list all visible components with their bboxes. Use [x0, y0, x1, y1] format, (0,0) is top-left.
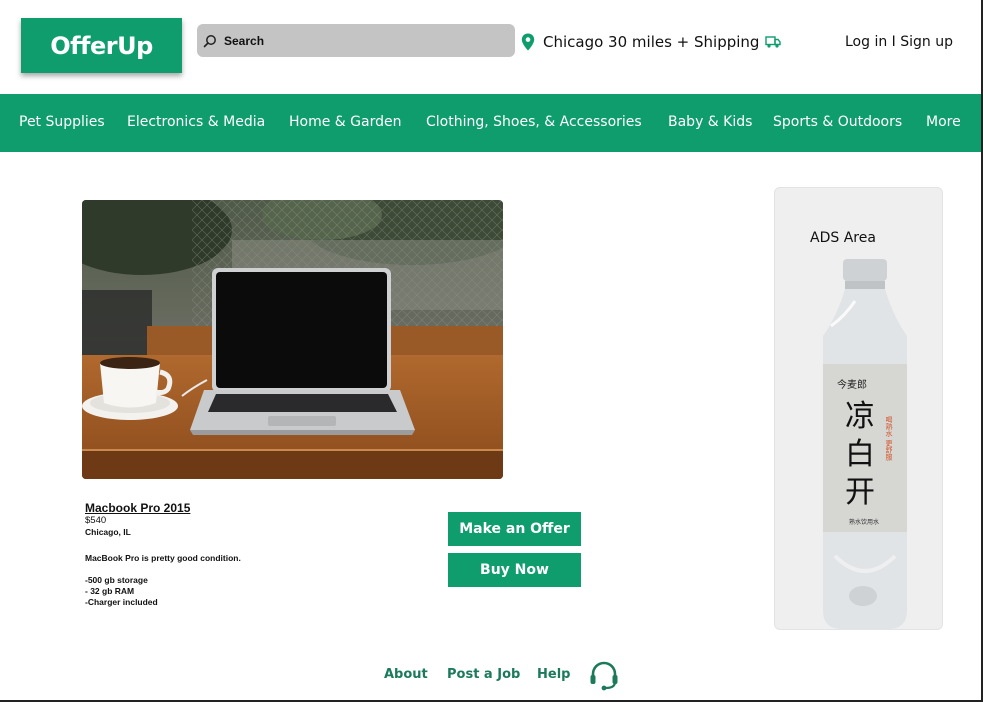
product-image[interactable] — [82, 200, 503, 479]
bottle-side-text: 喝熟水 更舒服 — [885, 416, 893, 461]
headset-icon[interactable] — [588, 659, 620, 691]
logo-text: OfferUp — [50, 31, 153, 60]
search-icon — [203, 34, 216, 47]
nav-item-pet-supplies[interactable]: Pet Supplies — [19, 114, 105, 130]
footer-about-link[interactable]: About — [384, 667, 428, 682]
product-title[interactable]: Macbook Pro 2015 — [85, 501, 190, 515]
product-spec-storage: -500 gb storage — [85, 575, 148, 585]
nav-item-home-garden[interactable]: Home & Garden — [289, 114, 401, 130]
bottle-big-char-2: 白 — [845, 437, 875, 472]
product-spec-charger: -Charger included — [85, 597, 158, 607]
ads-label: ADS Area — [810, 230, 876, 246]
location-selector[interactable]: Chicago 30 miles + Shipping — [521, 31, 782, 53]
nav-item-baby-kids[interactable]: Baby & Kids — [668, 114, 752, 130]
search-placeholder: Search — [224, 33, 265, 48]
offerup-logo[interactable]: OfferUp — [21, 18, 182, 73]
bottle-big-char-1: 凉 — [845, 399, 875, 434]
product-spec-ram: - 32 gb RAM — [85, 586, 135, 596]
footer-post-job-link[interactable]: Post a Job — [447, 667, 520, 682]
product-description: MacBook Pro is pretty good condition. — [85, 553, 241, 563]
bottle-big-char-3: 开 — [845, 475, 875, 510]
location-text: Chicago 30 miles + Shipping — [543, 33, 760, 51]
product-location: Chicago, IL — [85, 527, 131, 537]
product-price: $540 — [85, 515, 107, 526]
login-signup-link[interactable]: Log in I Sign up — [845, 34, 953, 50]
bottle-brand-text: 今麦郎 — [837, 378, 867, 391]
nav-item-sports-outdoors[interactable]: Sports & Outdoors — [773, 114, 902, 130]
water-bottle-ad-image: 今麦郎 凉 白 开 喝熟水 更舒服 熟水饮用水 — [823, 259, 907, 629]
category-nav: Pet Supplies Electronics & Media Home & … — [0, 94, 981, 152]
footer-help-link[interactable]: Help — [537, 667, 570, 682]
map-pin-icon — [521, 33, 535, 51]
ads-panel[interactable]: ADS Area 今麦郎 凉 白 开 喝熟水 更舒服 熟水饮用水 — [774, 187, 943, 630]
truck-icon — [765, 36, 782, 48]
laptop-photo — [82, 200, 503, 479]
search-input[interactable]: Search — [197, 24, 515, 57]
nav-item-electronics-media[interactable]: Electronics & Media — [127, 114, 265, 130]
nav-item-clothing[interactable]: Clothing, Shoes, & Accessories — [426, 114, 642, 130]
make-offer-button[interactable]: Make an Offer — [448, 512, 581, 546]
nav-item-more[interactable]: More — [926, 114, 961, 130]
buy-now-button[interactable]: Buy Now — [448, 553, 581, 587]
bottle-bottom-text: 熟水饮用水 — [849, 518, 879, 526]
